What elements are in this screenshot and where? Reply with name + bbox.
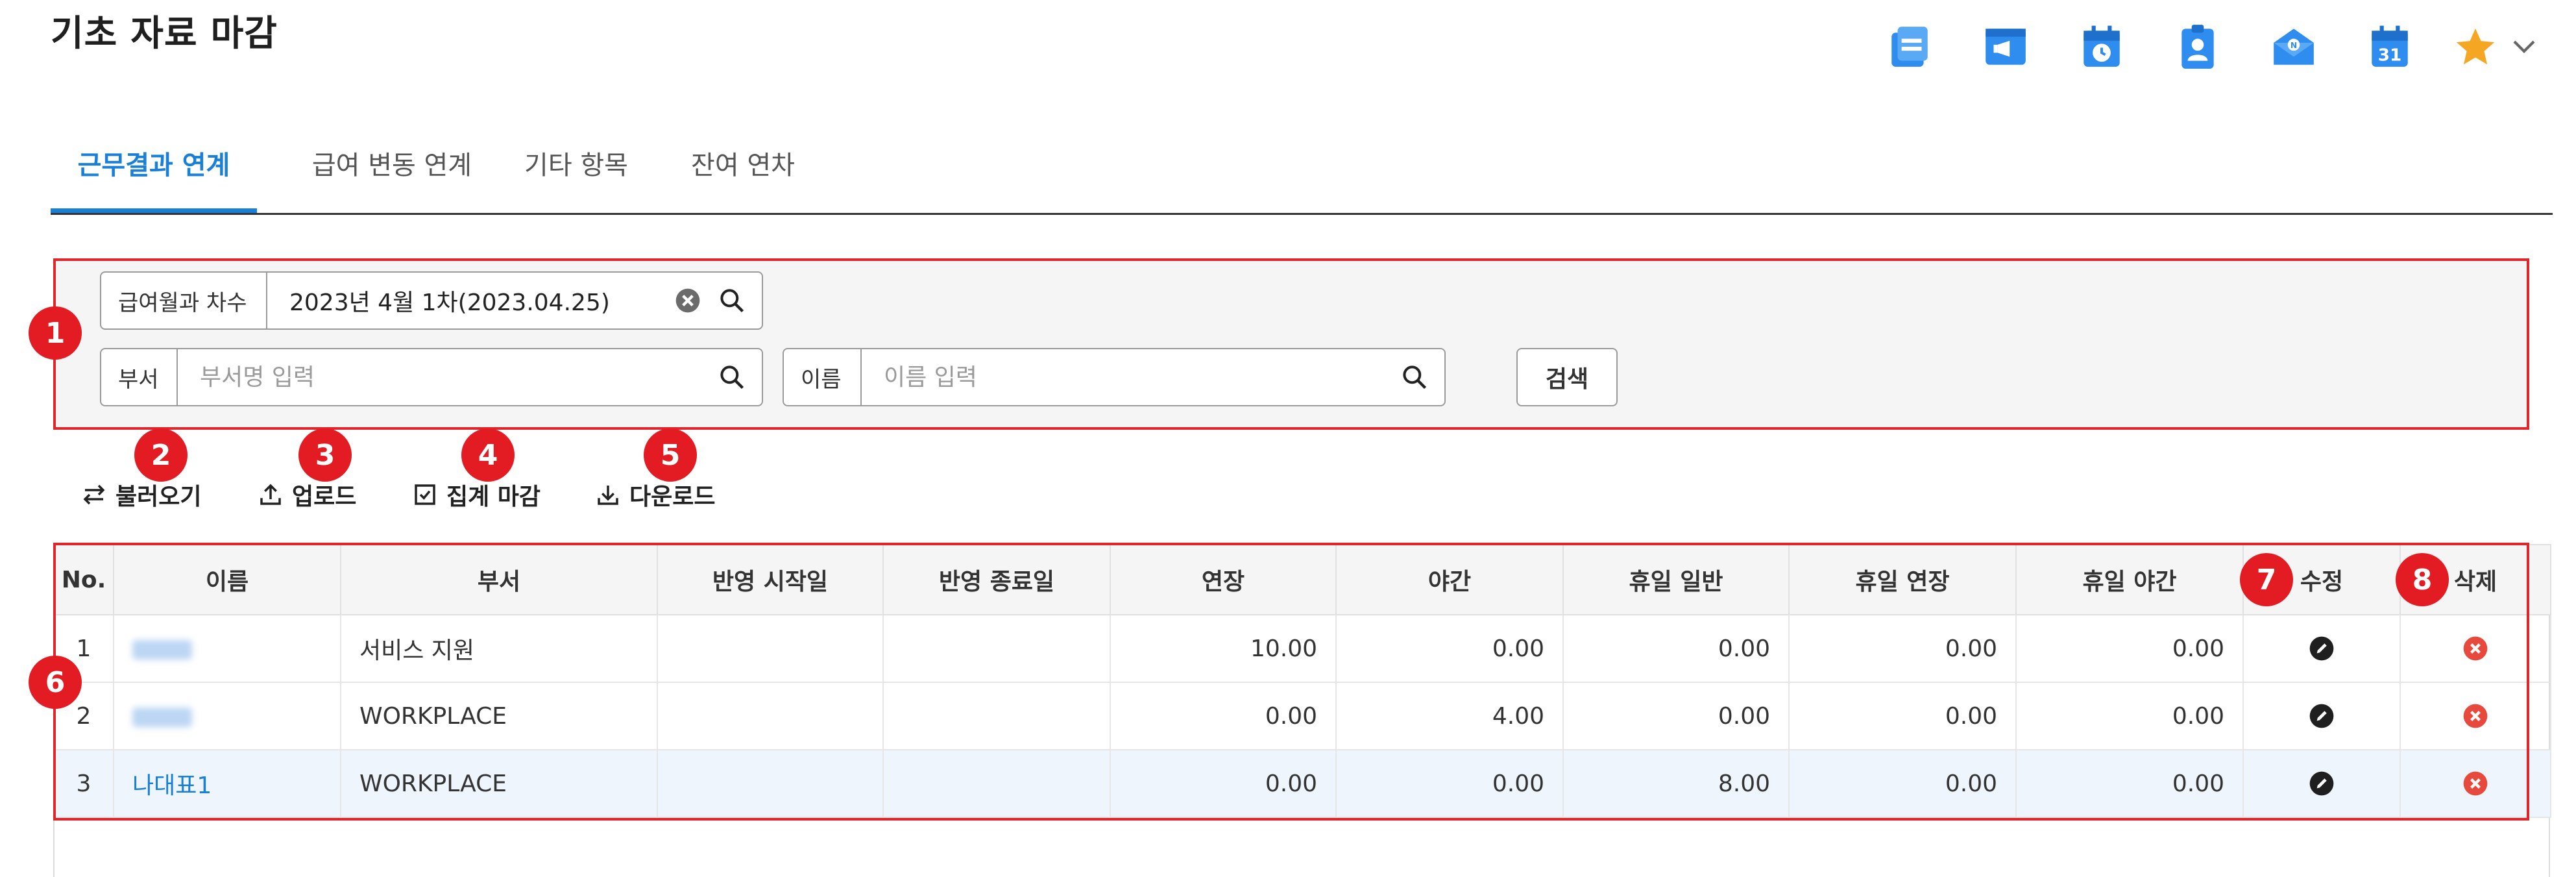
star-icon xyxy=(2456,28,2495,65)
schedule-icon[interactable] xyxy=(2077,22,2126,71)
close-summary-button[interactable]: 집계 마감 xyxy=(411,475,541,514)
annotation-badge-8: 8 xyxy=(2396,553,2449,606)
annotation-badge-6: 6 xyxy=(29,656,82,709)
tab-remaining-leave[interactable]: 잔여 연차 xyxy=(668,136,818,211)
tab-payroll-change[interactable]: 급여 변동 연계 xyxy=(291,136,493,211)
tab-other-items[interactable]: 기타 항목 xyxy=(502,136,651,211)
download-label: 다운로드 xyxy=(629,484,716,510)
notice-icon[interactable] xyxy=(1981,22,2030,71)
annotation-badge-2: 2 xyxy=(134,428,188,482)
id-card-icon[interactable] xyxy=(2173,22,2222,71)
annotation-badge-3: 3 xyxy=(298,428,352,482)
tab-work-result[interactable]: 근무결과 연계 xyxy=(51,136,257,213)
upload-button[interactable]: 업로드 xyxy=(257,475,356,514)
board-icon[interactable] xyxy=(1885,22,1934,71)
download-icon xyxy=(598,486,618,505)
calendar-icon-text: 31 xyxy=(2378,46,2401,66)
svg-text:N: N xyxy=(2290,41,2297,50)
page-title: 기초 자료 마감 xyxy=(51,12,278,54)
download-button[interactable]: 다운로드 xyxy=(594,475,715,514)
favorite-dropdown[interactable] xyxy=(2453,22,2544,71)
load-label: 불러오기 xyxy=(115,484,202,510)
calendar-icon[interactable]: 31 xyxy=(2365,22,2414,71)
tab-bar: 근무결과 연계 급여 변동 연계 기타 항목 잔여 연차 xyxy=(51,136,2553,215)
table-highlight-box xyxy=(53,543,2529,821)
swap-icon xyxy=(83,484,105,505)
annotation-badge-1: 1 xyxy=(29,306,82,360)
mail-icon[interactable]: N xyxy=(2269,22,2318,71)
filter-highlight-box xyxy=(53,258,2529,430)
load-button[interactable]: 불러오기 xyxy=(80,475,201,514)
close-summary-label: 집계 마감 xyxy=(446,484,541,510)
upload-icon xyxy=(260,484,281,505)
checkbox-icon xyxy=(415,484,435,505)
annotation-badge-4: 4 xyxy=(461,428,515,482)
annotation-badge-5: 5 xyxy=(644,428,697,482)
upload-label: 업로드 xyxy=(292,484,357,510)
chevron-down-icon xyxy=(2513,40,2535,53)
annotation-badge-7: 7 xyxy=(2240,553,2293,606)
